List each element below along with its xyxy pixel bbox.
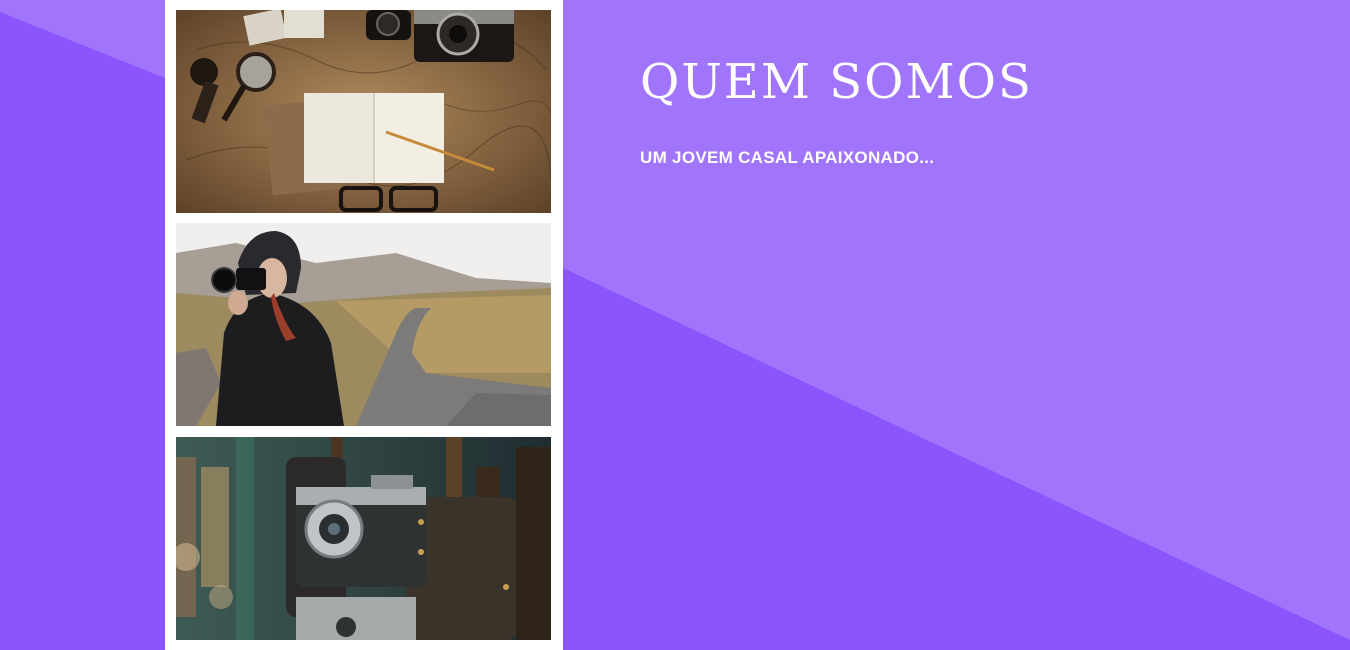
photo-gallery: [165, 0, 563, 650]
photographer-photo: [176, 223, 551, 426]
travel-map-photo: [176, 10, 551, 213]
section-title: QUEM SOMOS: [640, 54, 1033, 110]
section-subtitle: UM JOVEM CASAL APAIXONADO...: [640, 148, 935, 167]
photographer-image: [176, 223, 551, 426]
vintage-camera-photo: [176, 437, 551, 640]
travel-map-image: [176, 10, 551, 213]
vintage-camera-image: [176, 437, 551, 640]
